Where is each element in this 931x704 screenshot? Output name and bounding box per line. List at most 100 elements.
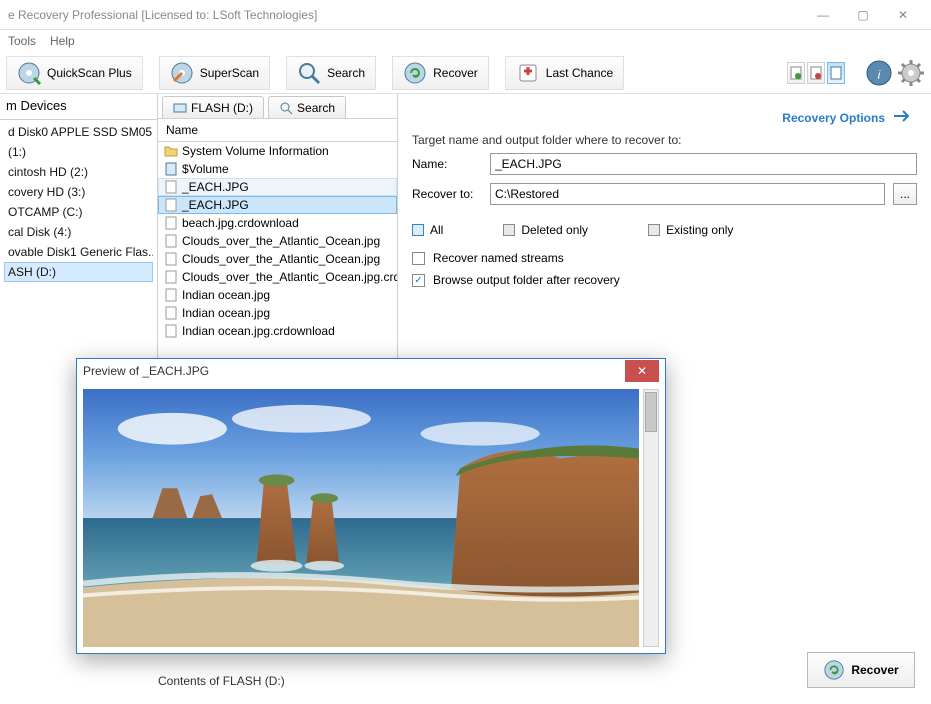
file-name: _EACH.JPG: [182, 198, 249, 212]
file-tabs: FLASH (D:) Search: [158, 94, 397, 118]
hdd-recover-icon: [403, 61, 427, 85]
file-icon: [164, 162, 178, 176]
tab-drive[interactable]: FLASH (D:): [162, 96, 264, 118]
menu-help[interactable]: Help: [50, 34, 75, 48]
browse-button[interactable]: ...: [893, 183, 917, 205]
maximize-button[interactable]: ▢: [843, 1, 883, 29]
recoverto-input[interactable]: [490, 183, 885, 205]
device-item[interactable]: ovable Disk1 Generic Flas...: [4, 242, 153, 262]
file-row[interactable]: Indian ocean.jpg: [158, 304, 397, 322]
file-icon: [164, 180, 178, 194]
file-name: Clouds_over_the_Atlantic_Ocean.jpg: [182, 234, 380, 248]
preview-titlebar[interactable]: Preview of _EACH.JPG ✕: [77, 359, 665, 383]
recovery-title-label: Recovery Options: [782, 111, 885, 125]
file-icon: [164, 270, 178, 284]
file-name: Indian ocean.jpg: [182, 288, 270, 302]
recovery-title: Recovery Options: [412, 104, 917, 133]
scrollbar-thumb[interactable]: [645, 392, 657, 432]
chk-named-streams[interactable]: Recover named streams: [412, 251, 917, 265]
recover-main-button[interactable]: Recover: [807, 652, 915, 688]
gear-icon[interactable]: [897, 59, 925, 87]
deleted-icon: [503, 224, 515, 236]
chk-browse-label: Browse output folder after recovery: [433, 273, 620, 287]
file-icon: [164, 234, 178, 248]
file-row[interactable]: _EACH.JPG: [158, 196, 397, 214]
device-header: m Devices: [0, 94, 157, 120]
file-row[interactable]: Indian ocean.jpg: [158, 286, 397, 304]
tab-drive-label: FLASH (D:): [191, 101, 253, 115]
quickscan-button[interactable]: QuickScan Plus: [6, 56, 143, 90]
superscan-button[interactable]: SuperScan: [159, 56, 270, 90]
device-item[interactable]: covery HD (3:): [4, 182, 153, 202]
lastchance-button[interactable]: Last Chance: [505, 56, 624, 90]
view-del-icon[interactable]: [807, 62, 825, 84]
menu-tools[interactable]: Tools: [8, 34, 36, 48]
device-item[interactable]: d Disk0 APPLE SSD SM05...: [4, 122, 153, 142]
view-ok-icon[interactable]: [787, 62, 805, 84]
file-name: $Volume: [182, 162, 229, 176]
filter-all-label: All: [430, 223, 443, 237]
file-row[interactable]: Clouds_over_the_Atlantic_Ocean.jpg: [158, 232, 397, 250]
titlebar: e Recovery Professional [Licensed to: LS…: [0, 0, 931, 30]
search-icon: [297, 61, 321, 85]
filter-existing[interactable]: Existing only: [648, 223, 733, 237]
close-button[interactable]: ✕: [883, 1, 923, 29]
toolbar: QuickScan Plus SuperScan Search Recover …: [0, 52, 931, 94]
file-icon: [164, 306, 178, 320]
info-icon[interactable]: i: [865, 59, 893, 87]
chk-browse-after[interactable]: Browse output folder after recovery: [412, 273, 917, 287]
preview-close-button[interactable]: ✕: [625, 360, 659, 382]
file-name: beach.jpg.crdownload: [182, 216, 299, 230]
file-rows: System Volume Information $Volume _EACH.JP…: [158, 142, 397, 340]
file-row[interactable]: System Volume Information: [158, 142, 397, 160]
tab-search-label: Search: [297, 101, 335, 115]
file-name: Clouds_over_the_Atlantic_Ocean.jpg: [182, 252, 380, 266]
lastchance-label: Last Chance: [546, 66, 613, 80]
chk-named-label: Recover named streams: [433, 251, 564, 265]
file-icon: [164, 324, 178, 338]
superscan-label: SuperScan: [200, 66, 259, 80]
name-input[interactable]: [490, 153, 917, 175]
search-tab-icon: [279, 101, 293, 115]
minimize-button[interactable]: —: [803, 1, 843, 29]
all-icon: [412, 224, 424, 236]
menubar: Tools Help: [0, 30, 931, 52]
filter-existing-label: Existing only: [666, 223, 733, 237]
preview-image: [83, 389, 639, 647]
file-row[interactable]: Indian ocean.jpg.crdownload: [158, 322, 397, 340]
quickscan-label: QuickScan Plus: [47, 66, 132, 80]
file-row[interactable]: _EACH.JPG: [158, 178, 397, 196]
device-item[interactable]: cal Disk (4:): [4, 222, 153, 242]
checkbox-icon: [412, 252, 425, 265]
device-item[interactable]: cintosh HD (2:): [4, 162, 153, 182]
filter-all[interactable]: All: [412, 223, 443, 237]
file-row[interactable]: $Volume: [158, 160, 397, 178]
preview-scrollbar[interactable]: [643, 389, 659, 647]
device-item[interactable]: ASH (D:): [4, 262, 153, 282]
filter-deleted[interactable]: Deleted only: [503, 223, 588, 237]
preview-window[interactable]: Preview of _EACH.JPG ✕: [76, 358, 666, 654]
main-area: m Devices d Disk0 APPLE SSD SM05... (1:)…: [0, 94, 931, 648]
file-row[interactable]: Clouds_over_the_Atlantic_Ocean.jpg: [158, 250, 397, 268]
device-list: d Disk0 APPLE SSD SM05... (1:)cintosh HD…: [0, 120, 157, 284]
file-column-name[interactable]: Name: [158, 118, 397, 142]
arrow-right-icon[interactable]: [893, 108, 911, 127]
recover-toolbar-label: Recover: [433, 66, 478, 80]
file-row[interactable]: beach.jpg.crdownload: [158, 214, 397, 232]
file-name: Indian ocean.jpg: [182, 306, 270, 320]
device-item[interactable]: OTCAMP (C:): [4, 202, 153, 222]
file-name: _EACH.JPG: [182, 180, 249, 194]
device-item[interactable]: (1:): [4, 142, 153, 162]
svg-text:i: i: [878, 68, 881, 82]
tab-search[interactable]: Search: [268, 96, 346, 118]
file-row[interactable]: Clouds_over_the_Atlantic_Ocean.jpg.crdo: [158, 268, 397, 286]
recover-button-toolbar[interactable]: Recover: [392, 56, 489, 90]
view-buttons: [787, 62, 845, 84]
file-name: System Volume Information: [182, 144, 329, 158]
search-button[interactable]: Search: [286, 56, 376, 90]
view-all-icon[interactable]: [827, 62, 845, 84]
checkbox-checked-icon: [412, 274, 425, 287]
hdd-recover-main-icon: [823, 659, 845, 681]
file-name: Indian ocean.jpg.crdownload: [182, 324, 335, 338]
target-label: Target name and output folder where to r…: [412, 133, 917, 147]
